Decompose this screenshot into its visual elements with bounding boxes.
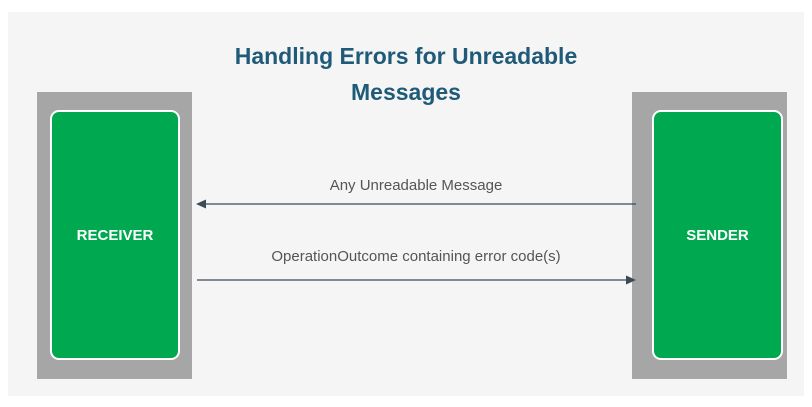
arrows-layer	[196, 199, 636, 285]
arrow-top-head	[196, 199, 206, 209]
arrow-bottom-head	[626, 275, 636, 285]
